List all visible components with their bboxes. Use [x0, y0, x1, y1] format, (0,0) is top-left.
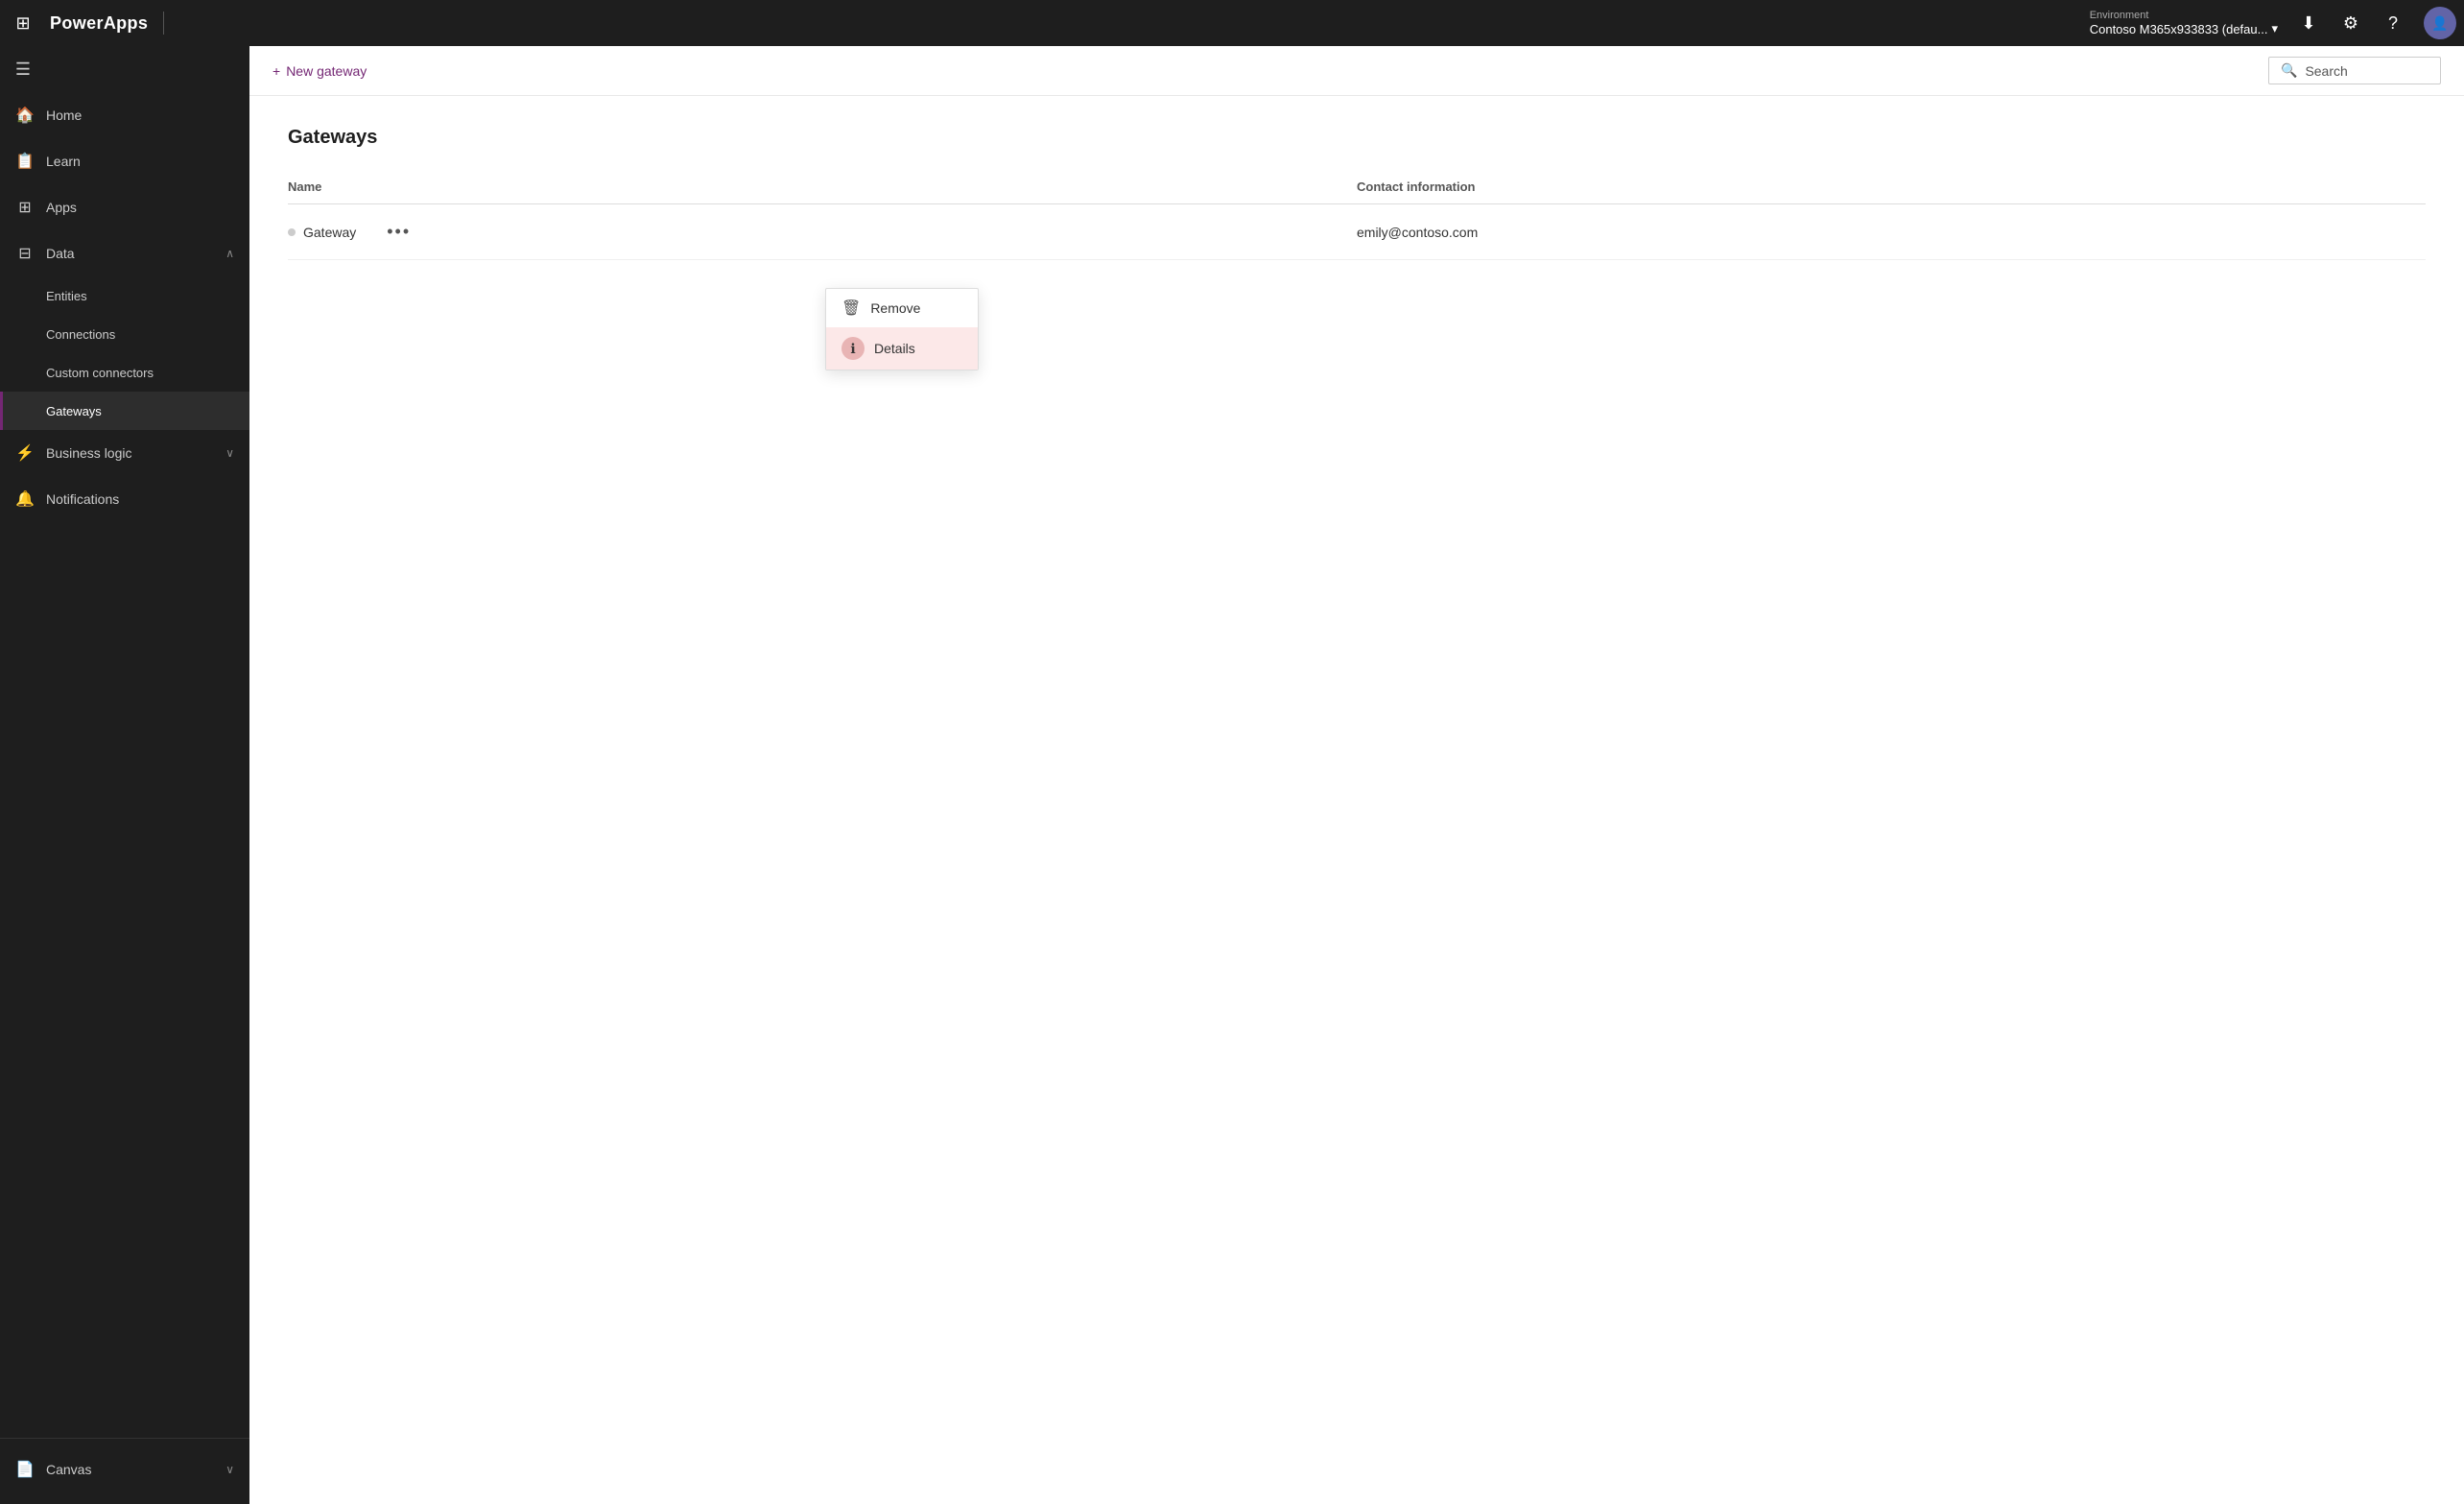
chevron-down-icon: ▾ — [2271, 21, 2278, 36]
avatar[interactable]: 👤 — [2424, 7, 2456, 39]
waffle-button[interactable]: ⊞ — [0, 0, 46, 46]
table-row: Gateway ••• emily@contoso.com — [288, 204, 2426, 260]
environment-selector[interactable]: Environment Contoso M365x933833 (defau..… — [2078, 10, 2289, 36]
search-label: Search — [2305, 63, 2347, 79]
remove-label: Remove — [870, 300, 920, 316]
settings-icon: ⚙ — [2343, 13, 2358, 34]
more-options-button[interactable]: ••• — [379, 218, 418, 246]
topbar-icons: ⬇ ⚙ ? 👤 — [2289, 4, 2464, 42]
notifications-icon: 🔔 — [15, 489, 35, 509]
download-button[interactable]: ⬇ — [2289, 4, 2328, 42]
chevron-down-icon: ∨ — [225, 446, 234, 460]
info-icon: ℹ — [841, 337, 865, 360]
download-icon: ⬇ — [2301, 13, 2315, 34]
learn-icon: 📋 — [15, 152, 35, 171]
sidebar-item-connections[interactable]: Connections — [0, 315, 249, 353]
sidebar-item-data[interactable]: ⊟ Data ∧ — [0, 230, 249, 276]
contact-email: emily@contoso.com — [1357, 225, 1478, 240]
sidebar-item-label: Business logic — [46, 445, 214, 461]
sidebar-item-label: Notifications — [46, 491, 234, 507]
settings-button[interactable]: ⚙ — [2332, 4, 2370, 42]
custom-connectors-label: Custom connectors — [46, 366, 154, 380]
topbar-divider — [163, 12, 164, 35]
page-title: Gateways — [288, 127, 2426, 149]
sidebar-item-entities[interactable]: Entities — [0, 276, 249, 315]
canvas-icon: 📄 — [15, 1460, 35, 1479]
sidebar-item-notifications[interactable]: 🔔 Notifications — [0, 476, 249, 522]
home-icon: 🏠 — [15, 106, 35, 125]
main-content: + New gateway 🔍 Search Gateways Name Con… — [249, 46, 2464, 1504]
sidebar-item-learn[interactable]: 📋 Learn — [0, 138, 249, 184]
gateways-table: Name Contact information Gateway ••• — [288, 172, 2426, 260]
sidebar-item-custom-connectors[interactable]: Custom connectors — [0, 353, 249, 392]
gateways-label: Gateways — [46, 404, 102, 418]
remove-icon: 🗑 — [841, 298, 861, 318]
sidebar-bottom: 📄 Canvas ∨ — [0, 1438, 249, 1504]
waffle-icon: ⊞ — [15, 13, 30, 34]
connections-label: Connections — [46, 327, 115, 342]
sidebar-item-gateways[interactable]: Gateways — [0, 392, 249, 430]
help-icon: ? — [2388, 13, 2398, 34]
new-gateway-button[interactable]: + New gateway — [272, 58, 378, 84]
context-menu-details[interactable]: ℹ Details — [826, 327, 978, 370]
gateway-contact-cell: emily@contoso.com — [1357, 204, 2426, 260]
sidebar-item-business-logic[interactable]: ⚡ Business logic ∨ — [0, 430, 249, 476]
business-logic-icon: ⚡ — [15, 443, 35, 463]
data-icon: ⊟ — [15, 244, 35, 263]
topbar: ⊞ PowerApps Environment Contoso M365x933… — [0, 0, 2464, 46]
entities-label: Entities — [46, 289, 87, 303]
sidebar-nav: 🏠 Home 📋 Learn ⊞ Apps ⊟ Data ∧ Entities … — [0, 92, 249, 1438]
sidebar-toggle[interactable]: ☰ — [0, 46, 46, 92]
chevron-up-icon: ∧ — [225, 247, 234, 260]
chevron-down-icon: ∨ — [225, 1463, 234, 1476]
content-area: Gateways Name Contact information Gatewa… — [249, 96, 2464, 1504]
sidebar-item-canvas[interactable]: 📄 Canvas ∨ — [0, 1446, 249, 1492]
sidebar: ☰ 🏠 Home 📋 Learn ⊞ Apps ⊟ Data ∧ Entitie — [0, 46, 249, 1504]
context-menu: 🗑 Remove ℹ Details — [825, 288, 979, 370]
apps-icon: ⊞ — [15, 198, 35, 217]
layout: ☰ 🏠 Home 📋 Learn ⊞ Apps ⊟ Data ∧ Entitie — [0, 46, 2464, 1504]
app-brand: PowerApps — [46, 13, 163, 34]
sidebar-item-label: Apps — [46, 200, 234, 215]
new-gateway-label: New gateway — [286, 63, 367, 79]
help-button[interactable]: ? — [2374, 4, 2412, 42]
env-name: Contoso M365x933833 (defau... ▾ — [2090, 21, 2278, 36]
plus-icon: + — [272, 63, 280, 79]
canvas-label: Canvas — [46, 1462, 214, 1477]
details-label: Details — [874, 341, 915, 356]
sidebar-item-label: Learn — [46, 154, 234, 169]
search-bar[interactable]: 🔍 Search — [2268, 57, 2441, 84]
toolbar: + New gateway 🔍 Search — [249, 46, 2464, 96]
table-header-row: Name Contact information — [288, 172, 2426, 204]
env-label: Environment — [2090, 10, 2149, 21]
search-icon: 🔍 — [2281, 62, 2297, 79]
gateway-name: Gateway — [303, 225, 356, 240]
hamburger-icon: ☰ — [15, 60, 31, 80]
sidebar-item-label: Home — [46, 107, 234, 123]
sidebar-item-label: Data — [46, 246, 214, 261]
col-name: Name — [288, 172, 1357, 204]
status-dot — [288, 228, 296, 236]
context-menu-remove[interactable]: 🗑 Remove — [826, 289, 978, 327]
avatar-icon: 👤 — [2431, 15, 2448, 32]
sidebar-item-apps[interactable]: ⊞ Apps — [0, 184, 249, 230]
gateway-name-cell: Gateway ••• — [288, 204, 1357, 260]
col-contact: Contact information — [1357, 172, 2426, 204]
sidebar-item-home[interactable]: 🏠 Home — [0, 92, 249, 138]
